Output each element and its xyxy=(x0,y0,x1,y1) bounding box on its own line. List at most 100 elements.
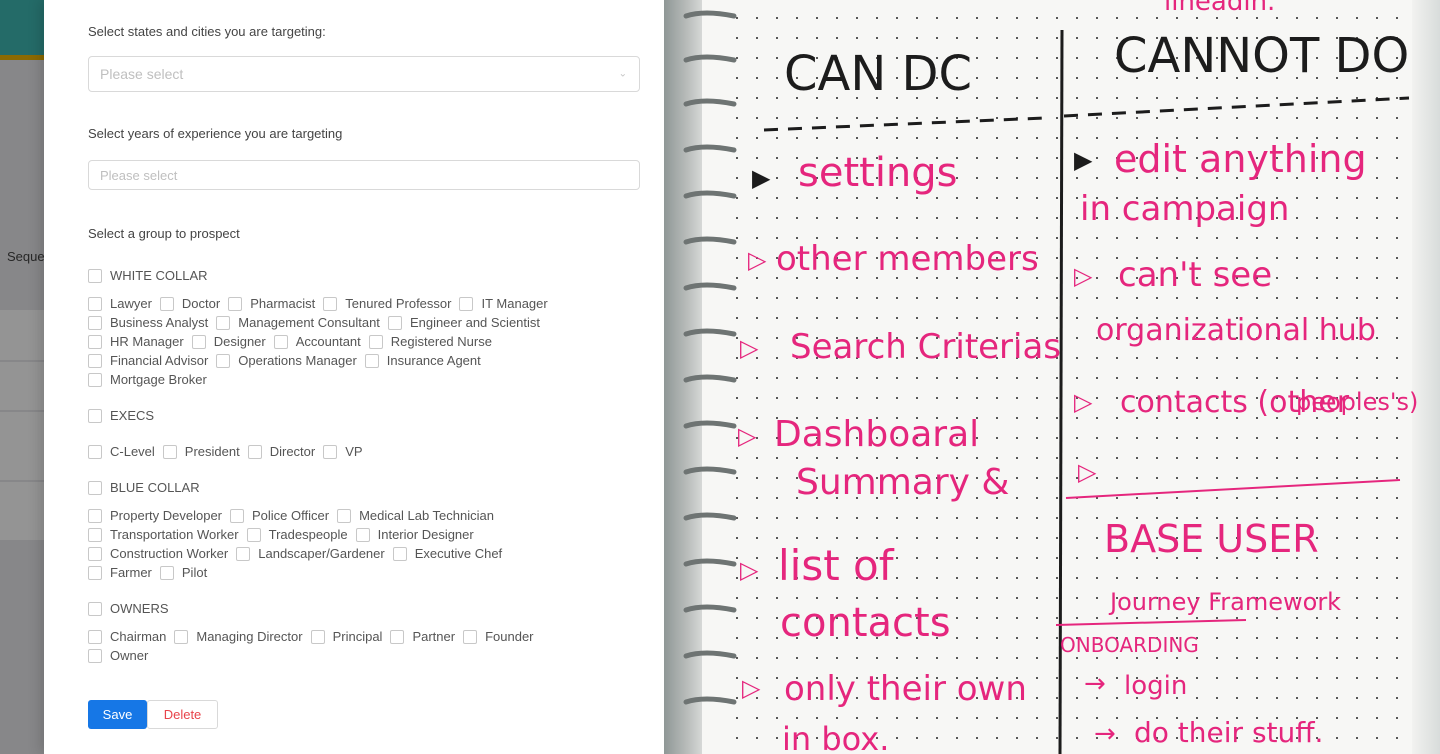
option-business-analyst[interactable]: Business Analyst xyxy=(88,315,208,330)
states-label: Select states and cities you are targeti… xyxy=(88,24,326,39)
option-director[interactable]: Director xyxy=(247,444,315,459)
checkbox[interactable] xyxy=(323,444,338,459)
option-managing-director[interactable]: Managing Director xyxy=(174,629,303,644)
option-police-officer[interactable]: Police Officer xyxy=(230,508,329,523)
checkbox[interactable] xyxy=(273,334,288,349)
option-row: C-Level President Director VP xyxy=(88,444,371,459)
option-accountant[interactable]: Accountant xyxy=(273,334,361,349)
checkbox[interactable] xyxy=(236,546,251,561)
option-mortgage-broker[interactable]: Mortgage Broker xyxy=(88,372,207,387)
option-principal[interactable]: Principal xyxy=(310,629,382,644)
option-c-level[interactable]: C-Level xyxy=(88,444,155,459)
option-executive-chef[interactable]: Executive Chef xyxy=(392,546,502,561)
underline-stroke xyxy=(1055,619,1247,626)
group-blue-collar[interactable]: BLUE COLLAR xyxy=(88,480,200,495)
save-button[interactable]: Save xyxy=(88,700,147,729)
option-operations-manager[interactable]: Operations Manager xyxy=(216,353,357,368)
checkbox[interactable] xyxy=(88,480,102,495)
checkbox[interactable] xyxy=(390,629,405,644)
checkbox[interactable] xyxy=(88,268,102,283)
checkbox[interactable] xyxy=(88,565,102,580)
option-insurance-agent[interactable]: Insurance Agent xyxy=(364,353,481,368)
checkbox[interactable] xyxy=(247,444,262,459)
states-select[interactable]: Please select ⌄ xyxy=(88,56,640,92)
group-owners[interactable]: OWNERS xyxy=(88,601,169,616)
checkbox[interactable] xyxy=(323,296,338,311)
option-founder[interactable]: Founder xyxy=(463,629,534,644)
option-tenured-professor[interactable]: Tenured Professor xyxy=(323,296,451,311)
checkbox[interactable] xyxy=(216,315,231,330)
delete-button[interactable]: Delete xyxy=(147,700,218,729)
option-engineer-scientist[interactable]: Engineer and Scientist xyxy=(387,315,540,330)
can-do-item: list of xyxy=(778,541,895,590)
option-partner[interactable]: Partner xyxy=(390,629,455,644)
option-lawyer[interactable]: Lawyer xyxy=(88,296,152,311)
journey-text: Journey Framework xyxy=(1108,588,1341,616)
bullet-icon: ▶ xyxy=(1074,146,1093,174)
group-execs[interactable]: EXECS xyxy=(88,408,154,423)
option-owner[interactable]: Owner xyxy=(88,648,148,663)
bullet-icon: ▷ xyxy=(1074,388,1093,416)
checkbox[interactable] xyxy=(88,408,102,423)
option-landscaper-gardener[interactable]: Landscaper/Gardener xyxy=(236,546,385,561)
checkbox[interactable] xyxy=(364,353,379,368)
checkbox[interactable] xyxy=(174,629,189,644)
checkbox[interactable] xyxy=(88,315,102,330)
group-white-collar[interactable]: WHITE COLLAR xyxy=(88,268,208,283)
checkbox[interactable] xyxy=(88,648,102,663)
checkbox[interactable] xyxy=(337,508,352,523)
option-medical-lab-technician[interactable]: Medical Lab Technician xyxy=(337,508,494,523)
checkbox[interactable] xyxy=(159,565,174,580)
checkbox[interactable] xyxy=(216,353,231,368)
checkbox[interactable] xyxy=(159,296,174,311)
checkbox[interactable] xyxy=(88,372,102,387)
option-chairman[interactable]: Chairman xyxy=(88,629,166,644)
checkbox[interactable] xyxy=(246,527,261,542)
header-underline xyxy=(763,96,1410,132)
can-do-heading: CAN DC xyxy=(784,46,972,102)
checkbox[interactable] xyxy=(88,508,102,523)
checkbox[interactable] xyxy=(387,315,402,330)
option-row: Chairman Managing Director Principal Par… xyxy=(88,629,542,644)
experience-select[interactable]: Please select xyxy=(88,160,640,190)
option-property-developer[interactable]: Property Developer xyxy=(88,508,222,523)
separator-line xyxy=(1065,479,1401,499)
option-designer[interactable]: Designer xyxy=(191,334,266,349)
option-farmer[interactable]: Farmer xyxy=(88,565,152,580)
option-construction-worker[interactable]: Construction Worker xyxy=(88,546,228,561)
checkbox[interactable] xyxy=(368,334,383,349)
checkbox[interactable] xyxy=(355,527,370,542)
option-tradespeople[interactable]: Tradespeople xyxy=(246,527,348,542)
option-hr-manager[interactable]: HR Manager xyxy=(88,334,184,349)
checkbox[interactable] xyxy=(392,546,407,561)
checkbox[interactable] xyxy=(88,334,102,349)
checkbox[interactable] xyxy=(88,601,102,616)
can-do-item: Search Criterias xyxy=(790,327,1061,367)
cannot-do-item: in campaign xyxy=(1080,189,1289,229)
targeting-drawer: Select states and cities you are targeti… xyxy=(44,0,664,754)
option-interior-designer[interactable]: Interior Designer xyxy=(355,527,474,542)
option-it-manager[interactable]: IT Manager xyxy=(459,296,548,311)
option-pharmacist[interactable]: Pharmacist xyxy=(228,296,315,311)
option-registered-nurse[interactable]: Registered Nurse xyxy=(368,334,492,349)
checkbox[interactable] xyxy=(230,508,244,523)
checkbox[interactable] xyxy=(228,296,243,311)
option-president[interactable]: President xyxy=(162,444,240,459)
option-management-consultant[interactable]: Management Consultant xyxy=(216,315,380,330)
checkbox[interactable] xyxy=(463,629,478,644)
option-pilot[interactable]: Pilot xyxy=(159,565,207,580)
checkbox[interactable] xyxy=(88,353,102,368)
checkbox[interactable] xyxy=(88,296,102,311)
checkbox[interactable] xyxy=(191,334,206,349)
option-vp[interactable]: VP xyxy=(323,444,363,459)
checkbox[interactable] xyxy=(88,629,102,644)
checkbox[interactable] xyxy=(88,546,102,561)
option-transportation-worker[interactable]: Transportation Worker xyxy=(88,527,239,542)
checkbox[interactable] xyxy=(310,629,325,644)
option-doctor[interactable]: Doctor xyxy=(159,296,220,311)
checkbox[interactable] xyxy=(459,296,474,311)
checkbox[interactable] xyxy=(88,444,102,459)
checkbox[interactable] xyxy=(88,527,102,542)
option-financial-advisor[interactable]: Financial Advisor xyxy=(88,353,208,368)
checkbox[interactable] xyxy=(162,444,177,459)
